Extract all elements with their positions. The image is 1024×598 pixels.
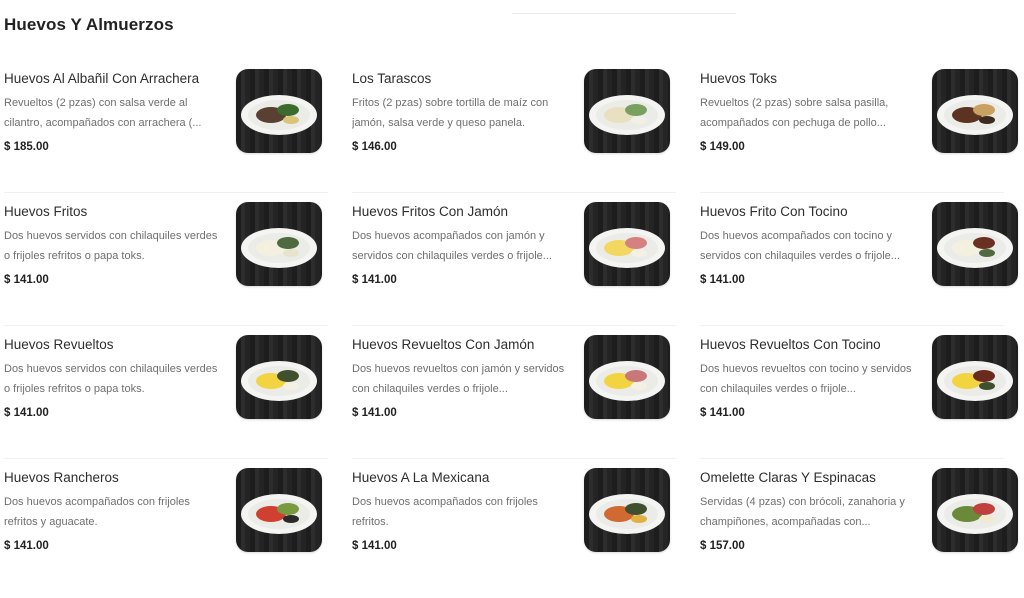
menu-grid: Huevos Al Albañil Con Arrachera Revueltos… — [0, 66, 1024, 598]
menu-item-description: Fritos (2 pzas) sobre tortilla de maíz c… — [352, 97, 549, 129]
rancheros-plate-icon[interactable] — [236, 468, 322, 552]
menu-item-description: Revueltos (2 pzas) sobre salsa pasilla, … — [700, 97, 889, 129]
eggs-steak-plate-icon[interactable] — [236, 69, 322, 153]
menu-item-price: $ 157.00 — [700, 540, 745, 552]
fried-eggs-bacon-plate-icon[interactable] — [932, 202, 1018, 286]
menu-item-card[interactable]: Huevos Fritos Con Jamón Dos huevos acompa… — [348, 199, 696, 332]
fried-eggs-ham-plate-icon[interactable] — [584, 202, 670, 286]
eggs-chicken-plate-icon[interactable] — [932, 69, 1018, 153]
menu-item-card[interactable]: Huevos Rancheros Dos huevos acompañados c… — [0, 465, 348, 598]
fried-eggs-plate-icon[interactable] — [236, 202, 322, 286]
menu-item-description: Dos huevos servidos con chilaquiles verd… — [4, 230, 218, 262]
menu-item-card[interactable]: Huevos Fritos Dos huevos servidos con chi… — [0, 199, 348, 332]
menu-item-name: Huevos Revueltos Con Tocino — [700, 337, 881, 352]
menu-item-card[interactable]: Los Tarascos Fritos (2 pzas) sobre tortil… — [348, 66, 696, 199]
menu-item-name: Huevos Revueltos Con Jamón — [352, 337, 535, 352]
menu-item-name: Huevos Fritos Con Jamón — [352, 204, 509, 219]
menu-item-price: $ 141.00 — [4, 540, 49, 552]
menu-item-card[interactable]: Huevos Frito Con Tocino Dos huevos acompa… — [696, 199, 1024, 332]
menu-item-description: Revueltos (2 pzas) con salsa verde al ci… — [4, 97, 202, 129]
menu-item-name: Huevos Rancheros — [4, 470, 119, 485]
scrambled-eggs-plate-icon[interactable] — [236, 335, 322, 419]
menu-item-description: Dos huevos acompañados con frijoles refr… — [352, 496, 538, 528]
menu-item-description: Servidas (4 pzas) con brócoli, zanahoria… — [700, 496, 905, 528]
menu-item-price: $ 146.00 — [352, 141, 397, 153]
menu-item-price: $ 141.00 — [4, 274, 49, 286]
menu-item-card[interactable]: Huevos A La Mexicana Dos huevos acompañad… — [348, 465, 696, 598]
menu-item-price: $ 141.00 — [352, 274, 397, 286]
menu-item-card[interactable]: Huevos Revueltos Dos huevos servidos con … — [0, 332, 348, 465]
menu-item-name: Huevos Revueltos — [4, 337, 114, 352]
menu-item-price: $ 141.00 — [4, 407, 49, 419]
menu-item-name: Huevos Frito Con Tocino — [700, 204, 848, 219]
menu-item-card[interactable]: Huevos Al Albañil Con Arrachera Revueltos… — [0, 66, 348, 199]
menu-item-description: Dos huevos revueltos con tocino y servid… — [700, 363, 912, 395]
menu-item-name: Omelette Claras Y Espinacas — [700, 470, 876, 485]
menu-item-price: $ 141.00 — [700, 274, 745, 286]
section-title: Huevos Y Almuerzos — [4, 15, 174, 34]
menu-item-price: $ 149.00 — [700, 141, 745, 153]
menu-item-description: Dos huevos servidos con chilaquiles verd… — [4, 363, 218, 395]
mexicana-eggs-plate-icon[interactable] — [584, 468, 670, 552]
menu-item-price: $ 141.00 — [352, 540, 397, 552]
menu-item-price: $ 141.00 — [352, 407, 397, 419]
menu-item-name: Huevos Fritos — [4, 204, 88, 219]
menu-item-name: Huevos Al Albañil Con Arrachera — [4, 71, 200, 86]
menu-item-card[interactable]: Huevos Revueltos Con Tocino Dos huevos re… — [696, 332, 1024, 465]
top-divider — [512, 13, 736, 14]
menu-item-description: Dos huevos acompañados con frijoles refr… — [4, 496, 190, 528]
menu-item-name: Huevos A La Mexicana — [352, 470, 490, 485]
menu-item-price: $ 141.00 — [700, 407, 745, 419]
menu-item-card[interactable]: Huevos Revueltos Con Jamón Dos huevos rev… — [348, 332, 696, 465]
menu-item-description: Dos huevos revueltos con jamón y servido… — [352, 363, 565, 395]
menu-item-card[interactable]: Omelette Claras Y Espinacas Servidas (4 p… — [696, 465, 1024, 598]
tarascos-bowl-icon[interactable] — [584, 69, 670, 153]
scrambled-eggs-ham-plate-icon[interactable] — [584, 335, 670, 419]
menu-item-card[interactable]: Huevos Toks Revueltos (2 pzas) sobre sals… — [696, 66, 1024, 199]
omelette-plate-icon[interactable] — [932, 468, 1018, 552]
menu-item-description: Dos huevos acompañados con tocino y serv… — [700, 230, 900, 262]
menu-item-name: Huevos Toks — [700, 71, 778, 86]
menu-item-name: Los Tarascos — [352, 71, 432, 86]
menu-item-price: $ 185.00 — [4, 141, 49, 153]
scrambled-eggs-bacon-plate-icon[interactable] — [932, 335, 1018, 419]
menu-item-description: Dos huevos acompañados con jamón y servi… — [352, 230, 552, 262]
